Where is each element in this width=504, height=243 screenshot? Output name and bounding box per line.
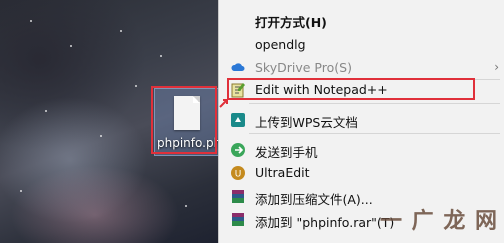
menu-item-label: 打开方式(H) [255,15,327,30]
cloud-icon [230,60,246,76]
menu-item-wps-upload[interactable]: 上传到WPS云文档 [219,108,504,132]
menu-item-label: UltraEdit [255,165,310,180]
star [30,20,32,22]
winrar-icon [230,212,246,228]
menu-item-label: 发送到手机 [255,145,318,160]
wps-cloud-icon [230,112,246,128]
ultraedit-icon: U [230,165,246,181]
star [70,45,72,47]
menu-item-skydrive[interactable]: SkyDrive Pro(S) › [219,56,504,80]
context-menu: 打开方式(H) opendlg SkyDrive Pro(S) › Edit w… [218,0,504,243]
menu-separator [249,103,500,104]
menu-item-opendlg[interactable]: opendlg [219,33,504,57]
star [120,30,122,32]
menu-separator [249,133,500,134]
menu-item-label: opendlg [255,37,306,52]
star [160,55,162,57]
watermark: 一 广 龙 网 [380,209,498,234]
chevron-right-icon: › [494,60,499,74]
menu-item-ultraedit[interactable]: U UltraEdit [219,161,504,185]
menu-item-open-with[interactable]: 打开方式(H) [219,8,504,32]
desktop-background: phpinfo.php [0,0,221,243]
pointer-arrow-icon [219,99,228,108]
star [20,190,22,192]
star [45,110,47,112]
winrar-icon [230,189,246,205]
send-phone-icon [230,142,246,158]
star [100,135,102,137]
star [135,85,137,87]
menu-item-label: 添加到 "phpinfo.rar"(T) [255,215,395,230]
menu-item-label: 添加到压缩文件(A)... [255,192,373,207]
star [185,205,187,207]
file-highlight-box [151,86,217,154]
menu-item-label: 上传到WPS云文档 [255,115,358,130]
menu-highlight-box [227,78,475,100]
menu-item-label: SkyDrive Pro(S) [255,60,352,75]
menu-item-send-to-phone[interactable]: 发送到手机 [219,138,504,162]
svg-text:U: U [235,170,242,180]
